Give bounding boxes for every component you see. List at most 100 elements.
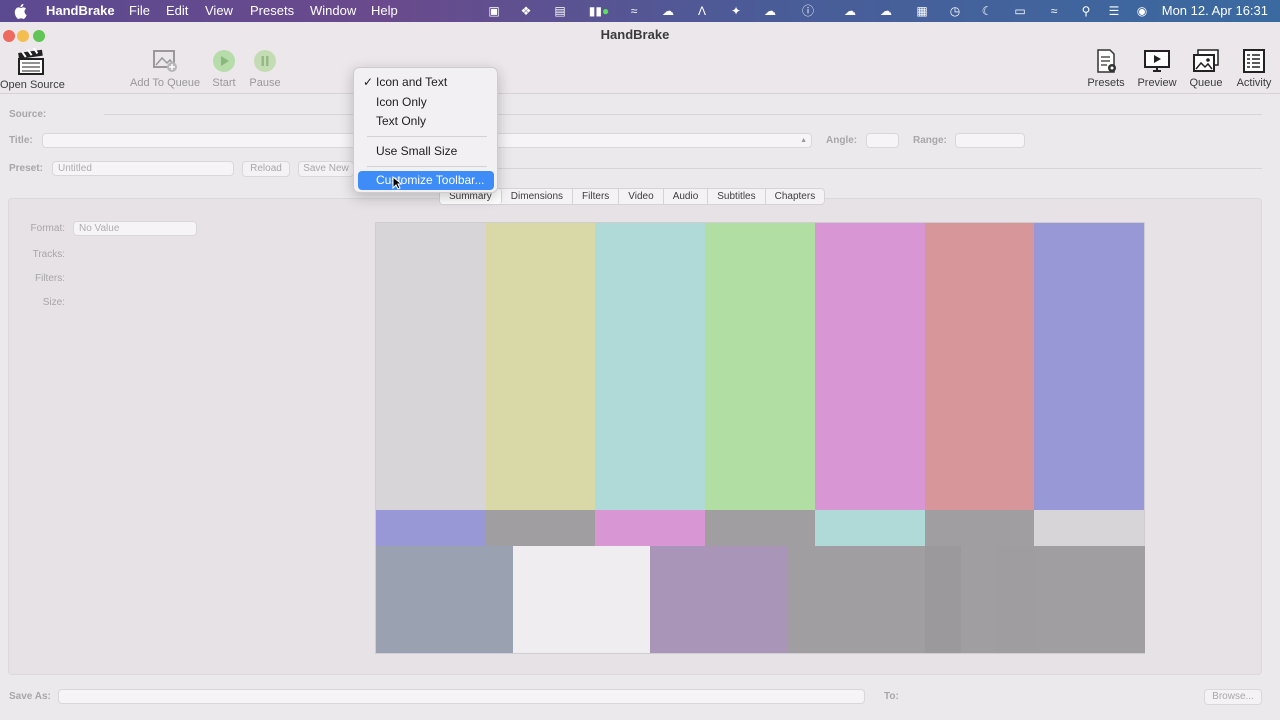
preset-divider — [498, 168, 1262, 169]
test-pattern-middle-bar — [376, 510, 487, 546]
a-icon[interactable]: Λ — [694, 4, 710, 18]
menu-file[interactable]: File — [129, 3, 150, 18]
control-center-icon[interactable]: ☰ — [1106, 4, 1122, 18]
menu-window[interactable]: Window — [310, 3, 356, 18]
test-pattern-bottom-bar — [961, 546, 998, 653]
menu-separator — [367, 136, 487, 137]
open-source-label: Open Source — [0, 79, 65, 91]
menu-help[interactable]: Help — [371, 3, 398, 18]
cloud-icon[interactable]: ☁ — [762, 4, 778, 18]
cloud-dark-icon[interactable]: ☁ — [878, 4, 894, 18]
wifi-icon[interactable]: ≈ — [1046, 4, 1062, 18]
test-pattern-top-bar — [1034, 223, 1145, 510]
test-pattern-top-bar — [814, 223, 926, 510]
menu-item-icon-only[interactable]: Icon Only — [358, 93, 494, 112]
screen-icon[interactable]: ▤ — [552, 4, 568, 18]
battery-monitor-icon[interactable]: ▮▮● — [584, 4, 614, 18]
grid-icon[interactable]: ▦ — [914, 4, 930, 18]
test-pattern-top-bar — [705, 223, 816, 510]
title-label: Title: — [9, 135, 33, 146]
format-select[interactable]: No Value — [73, 221, 197, 236]
clapperboard-icon — [18, 48, 44, 75]
menu-item-text-only[interactable]: Text Only — [358, 112, 494, 131]
tab-chapters[interactable]: Chapters — [766, 189, 825, 204]
tracks-label: Tracks: — [32, 249, 65, 260]
filters-label: Filters: — [35, 273, 65, 284]
window-title: HandBrake — [600, 27, 670, 42]
toolbar-context-menu: ✓ Icon and Text Icon Only Text Only Use … — [353, 67, 498, 193]
menu-separator — [367, 166, 487, 167]
format-label: Format: — [30, 223, 65, 234]
menu-bar: HandBrake File Edit View Presets Window … — [0, 0, 1280, 22]
open-source-button[interactable]: Open Source — [0, 48, 65, 91]
pause-button[interactable]: Pause — [248, 48, 282, 89]
test-pattern-middle-bar — [595, 510, 706, 546]
dropbox-icon[interactable]: ❖ — [518, 4, 534, 18]
to-label: To: — [884, 691, 899, 702]
preview-screen-icon — [1144, 50, 1170, 72]
menu-edit[interactable]: Edit — [166, 3, 188, 18]
tab-filters[interactable]: Filters — [573, 189, 620, 204]
activity-button[interactable]: Activity — [1234, 48, 1274, 89]
menu-item-use-small-size[interactable]: Use Small Size — [358, 142, 494, 161]
siri-icon[interactable]: ◉ — [1134, 4, 1150, 18]
tab-dimensions[interactable]: Dimensions — [502, 189, 574, 204]
menu-view[interactable]: View — [205, 3, 233, 18]
battery-icon[interactable]: ▭ — [1010, 4, 1030, 18]
info-icon[interactable]: ⓘ — [800, 4, 816, 18]
window-toolbar: HandBrake Open Source Add To Queue Start… — [0, 22, 1280, 94]
activity-label: Activity — [1236, 77, 1272, 89]
test-pattern-middle-bar — [924, 510, 1035, 546]
queue-button[interactable]: Queue — [1187, 48, 1225, 89]
stop-icon[interactable]: ▣ — [486, 4, 502, 18]
play-icon — [213, 50, 235, 72]
test-pattern-top-bar — [485, 223, 596, 510]
pause-icon — [254, 50, 276, 72]
add-to-queue-button[interactable]: Add To Queue — [130, 48, 200, 89]
test-pattern-bottom-bar — [788, 546, 926, 653]
menubar-clock[interactable]: Mon 12. Apr 16:31 — [1162, 3, 1268, 18]
preview-button[interactable]: Preview — [1136, 48, 1178, 89]
menu-item-customize-toolbar[interactable]: Customize Toolbar... — [358, 171, 494, 190]
time-machine-icon[interactable]: ◷ — [947, 4, 963, 18]
sync-icon[interactable]: ≈ — [626, 4, 642, 18]
mouse-pointer-icon — [392, 176, 402, 190]
preset-label: Preset: — [9, 163, 43, 174]
test-pattern-middle-bar — [705, 510, 816, 546]
source-divider — [104, 114, 1262, 115]
cloud-upload-icon[interactable]: ☁ — [842, 4, 858, 18]
browse-button[interactable]: Browse... — [1204, 689, 1262, 705]
format-value: No Value — [79, 223, 120, 234]
bird-icon[interactable]: ✦ — [728, 4, 744, 18]
activity-log-icon — [1243, 49, 1265, 73]
preview-image — [375, 222, 1145, 654]
start-button[interactable]: Start — [209, 48, 239, 89]
tab-audio[interactable]: Audio — [664, 189, 709, 204]
app-menu[interactable]: HandBrake — [46, 3, 115, 18]
range-label: Range: — [913, 135, 947, 146]
presets-label: Presets — [1087, 77, 1125, 89]
moon-icon[interactable]: ☾ — [979, 4, 995, 18]
preset-value: Untitled — [58, 163, 92, 174]
presets-button[interactable]: Presets — [1086, 48, 1126, 89]
cloud-upload-icon[interactable]: ☁ — [660, 4, 676, 18]
start-label: Start — [212, 77, 236, 89]
tab-video[interactable]: Video — [619, 189, 664, 204]
save-new-button[interactable]: Save New — [298, 161, 354, 177]
range-select[interactable] — [955, 133, 1025, 148]
chevron-updown-icon: ▲ — [800, 137, 807, 144]
reload-button[interactable]: Reload — [242, 161, 290, 177]
search-icon[interactable]: ⚲ — [1078, 4, 1094, 18]
apple-icon[interactable] — [14, 3, 28, 19]
menu-presets[interactable]: Presets — [250, 3, 294, 18]
angle-select[interactable] — [866, 133, 899, 148]
test-pattern-bottom-bar — [997, 546, 1034, 653]
test-pattern-top-bar — [595, 223, 706, 510]
add-to-queue-label: Add To Queue — [130, 77, 201, 89]
preset-select[interactable]: Untitled — [52, 161, 234, 176]
checkmark-icon: ✓ — [363, 75, 374, 89]
menu-item-icon-and-text[interactable]: ✓ Icon and Text — [358, 73, 494, 92]
save-as-field[interactable] — [58, 689, 865, 704]
tab-subtitles[interactable]: Subtitles — [708, 189, 766, 204]
save-as-label: Save As: — [9, 691, 51, 702]
